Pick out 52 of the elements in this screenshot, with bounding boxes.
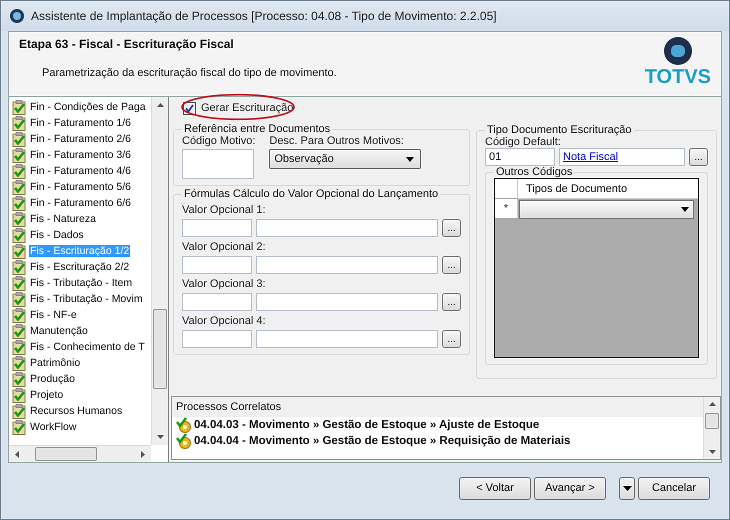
group-title: Referência entre Documentos [183,123,332,135]
tree-item[interactable]: Patrimônio [29,357,82,369]
tree-item[interactable]: WorkFlow [29,421,78,433]
tree-item[interactable]: Fis - Tributação - Item [29,277,134,289]
field-label: Valor Opcional 2: [182,241,267,253]
field-label: Código Motivo: [182,135,256,147]
tree-item[interactable]: Fin - Faturamento 4/6 [29,165,132,177]
tree-item[interactable]: Fis - NF-e [29,309,78,321]
wizard-button[interactable]: Cancelar [638,476,710,500]
window-title: Assistente de Implantação de Processos [Processo: 04.08 - Tipo de Movimento: 2.2.05] [31,9,497,23]
tree-item[interactable]: Fis - Dados [29,229,85,241]
row-marker: * [495,199,518,218]
field-label: Desc. Para Outros Motivos: [269,135,405,147]
browse-button[interactable]: ... [442,219,461,237]
tree-item[interactable]: Recursos Humanos [29,405,124,417]
field-label: Valor Opcional 4: [182,315,267,327]
logo-text: TOTVS [644,66,711,88]
tree-item[interactable]: Manutenção [29,325,89,337]
group-title: Fórmulas Cálculo do Valor Opcional do Lançamento [183,188,440,200]
field-label: Valor Opcional 1: [182,204,267,216]
browse-button[interactable]: ... [442,293,461,311]
browse-button[interactable]: ... [689,148,708,166]
tree-item[interactable]: Fin - Faturamento 6/6 [29,197,132,209]
field-label: Valor Opcional 3: [182,278,267,290]
tree-item[interactable]: Fin - Faturamento 1/6 [29,117,132,129]
tree-item[interactable]: Fin - Faturamento 2/6 [29,133,132,145]
tree-item[interactable]: Produção [29,373,76,385]
input-field[interactable]: 01 [485,148,555,166]
tree-item[interactable]: Fin - Condições de Paga [29,101,147,113]
tree-item[interactable]: Fis - Natureza [29,213,97,225]
wizard-button[interactable]: < Voltar [459,476,531,500]
step-title: Etapa 63 - Fiscal - Escrituração Fiscal [19,37,235,51]
related-process[interactable]: 04.04.03 - Movimento » Gestão de Estoque » Ajuste de Estoque [194,419,540,431]
tree-item[interactable]: Fin - Faturamento 3/6 [29,149,132,161]
tree-item[interactable]: Fis - Conhecimento de T [29,341,146,353]
dropdown[interactable]: Observação [269,149,422,169]
browse-button[interactable]: ... [442,330,461,348]
panel-title: Processos Correlatos [172,397,703,417]
tree-item[interactable]: Projeto [29,389,64,401]
group-title: Tipo Documento Escrituração [486,124,632,136]
related-process[interactable]: 04.04.04 - Movimento » Gestão de Estoque » Requisição de Materiais [194,435,570,447]
browse-button[interactable]: ... [442,256,461,274]
field-label: Código Default: [485,136,561,148]
tree-item[interactable]: Fis - Tributação - Movim [29,293,144,305]
wizard-button[interactable]: Avançar > [534,476,606,500]
tree-item[interactable]: Fin - Faturamento 5/6 [29,181,132,193]
group-title: Outros Códigos [495,166,574,178]
step-description: Parametrização da escrituração fiscal do tipo de movimento. [41,67,337,79]
link[interactable]: Nota Fiscal [563,151,618,163]
column-header[interactable]: Tipos de Documento [518,179,698,199]
checkbox-label: Gerar Escrituração [201,102,294,114]
tree-item[interactable]: Fis - Escrituração 2/2 [29,261,130,273]
